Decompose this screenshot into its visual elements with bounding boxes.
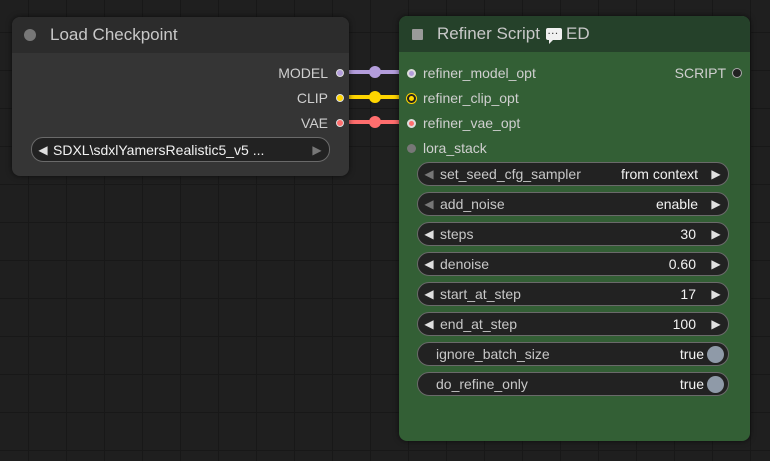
widget-label: ignore_batch_size (436, 346, 550, 362)
widget-value: enable (655, 196, 698, 212)
node-title: Refiner Script (437, 24, 540, 43)
arrow-right-icon[interactable]: ▶ (309, 143, 325, 157)
widget-value: 30 (680, 226, 696, 242)
collapse-square-icon[interactable] (412, 28, 423, 40)
output-script[interactable]: SCRIPT (675, 65, 742, 81)
arrow-left-icon[interactable]: ◀ (421, 287, 437, 301)
output-label: CLIP (296, 90, 328, 106)
arrow-right-icon[interactable]: ▶ (708, 197, 724, 211)
speech-bubble-icon: ··· (545, 28, 562, 44)
input-refiner-clip-opt[interactable]: refiner_clip_opt (407, 90, 519, 106)
do-refine-only-toggle[interactable]: do_refine_only true (417, 372, 729, 396)
wire-midpoint-handle[interactable] (369, 116, 381, 128)
denoise-number[interactable]: ◀ denoise 0.60 ▶ (417, 252, 729, 276)
output-label: VAE (301, 115, 328, 131)
add-noise-combo[interactable]: ◀ add_noise enable ▶ (417, 192, 729, 216)
input-label: lora_stack (423, 140, 487, 156)
collapse-dot-icon[interactable] (24, 29, 36, 41)
input-dot-icon[interactable] (407, 93, 416, 103)
load-checkpoint-title-bar[interactable]: Load Checkpoint (12, 17, 349, 53)
wire-midpoint-handle[interactable] (369, 66, 381, 78)
arrow-left-icon[interactable]: ◀ (421, 167, 437, 181)
arrow-left-icon[interactable]: ◀ (35, 143, 51, 157)
input-label: refiner_clip_opt (423, 90, 519, 106)
output-dot-icon[interactable] (336, 94, 344, 102)
arrow-left-icon[interactable]: ◀ (421, 197, 437, 211)
toggle-knob-icon[interactable] (707, 375, 724, 393)
input-lora-stack[interactable]: lora_stack (407, 140, 487, 156)
output-label: SCRIPT (674, 65, 726, 81)
refiner-script-title-bar[interactable]: Refiner Script ··· ED (399, 16, 750, 52)
arrow-right-icon[interactable]: ▶ (708, 317, 724, 331)
set-seed-cfg-sampler-combo[interactable]: ◀ set_seed_cfg_sampler from context ▶ (417, 162, 729, 186)
output-dot-icon[interactable] (732, 68, 742, 78)
widget-label: denoise (440, 256, 490, 272)
input-refiner-model-opt[interactable]: refiner_model_opt (407, 65, 536, 81)
arrow-right-icon[interactable]: ▶ (708, 287, 724, 301)
arrow-right-icon[interactable]: ▶ (708, 167, 724, 181)
input-dot-icon[interactable] (407, 68, 416, 78)
widget-value: true (679, 346, 704, 362)
node-title: Load Checkpoint (50, 25, 178, 44)
arrow-left-icon[interactable]: ◀ (421, 257, 437, 271)
input-dot-icon[interactable] (407, 118, 416, 128)
arrow-right-icon[interactable]: ▶ (708, 227, 724, 241)
steps-number[interactable]: ◀ steps 30 ▶ (417, 222, 729, 246)
output-model[interactable]: MODEL (278, 65, 344, 81)
output-dot-icon[interactable] (336, 119, 344, 127)
wire-midpoint-handle[interactable] (369, 91, 381, 103)
input-label: refiner_vae_opt (423, 115, 521, 131)
node-title-suffix: ED (565, 24, 590, 43)
output-vae[interactable]: VAE (301, 115, 344, 131)
end-at-step-number[interactable]: ◀ end_at_step 100 ▶ (417, 312, 729, 336)
output-label: MODEL (278, 65, 328, 81)
arrow-right-icon[interactable]: ▶ (708, 257, 724, 271)
widget-value: true (679, 376, 704, 392)
arrow-left-icon[interactable]: ◀ (421, 227, 437, 241)
toggle-knob-icon[interactable] (707, 345, 724, 363)
output-clip[interactable]: CLIP (297, 90, 344, 106)
widget-label: start_at_step (440, 286, 521, 302)
ignore-batch-size-toggle[interactable]: ignore_batch_size true (417, 342, 729, 366)
widget-value: 17 (680, 286, 696, 302)
load-checkpoint-node[interactable]: Load Checkpoint MODEL CLIP VAE ◀ SDXL\sd… (12, 17, 349, 176)
input-refiner-vae-opt[interactable]: refiner_vae_opt (407, 115, 520, 131)
ckpt-value: SDXL\sdxlYamersRealistic5_v5 ... (53, 141, 265, 158)
arrow-left-icon[interactable]: ◀ (421, 317, 437, 331)
widget-value: from context (620, 166, 698, 182)
output-dot-icon[interactable] (336, 69, 344, 77)
widget-label: set_seed_cfg_sampler (440, 166, 581, 182)
ckpt-name-combo[interactable]: ◀ SDXL\sdxlYamersRealistic5_v5 ... ▶ (31, 137, 330, 162)
refiner-script-node[interactable]: Refiner Script ··· ED SCRIPT refiner_mod… (399, 16, 750, 441)
start-at-step-number[interactable]: ◀ start_at_step 17 ▶ (417, 282, 729, 306)
widget-label: do_refine_only (436, 376, 528, 392)
widget-label: steps (440, 226, 474, 242)
input-dot-icon[interactable] (407, 143, 416, 153)
widget-value: 100 (672, 316, 696, 332)
widget-label: end_at_step (440, 316, 518, 332)
widget-label: add_noise (440, 196, 505, 212)
input-label: refiner_model_opt (423, 65, 536, 81)
widget-value: 0.60 (668, 256, 696, 272)
